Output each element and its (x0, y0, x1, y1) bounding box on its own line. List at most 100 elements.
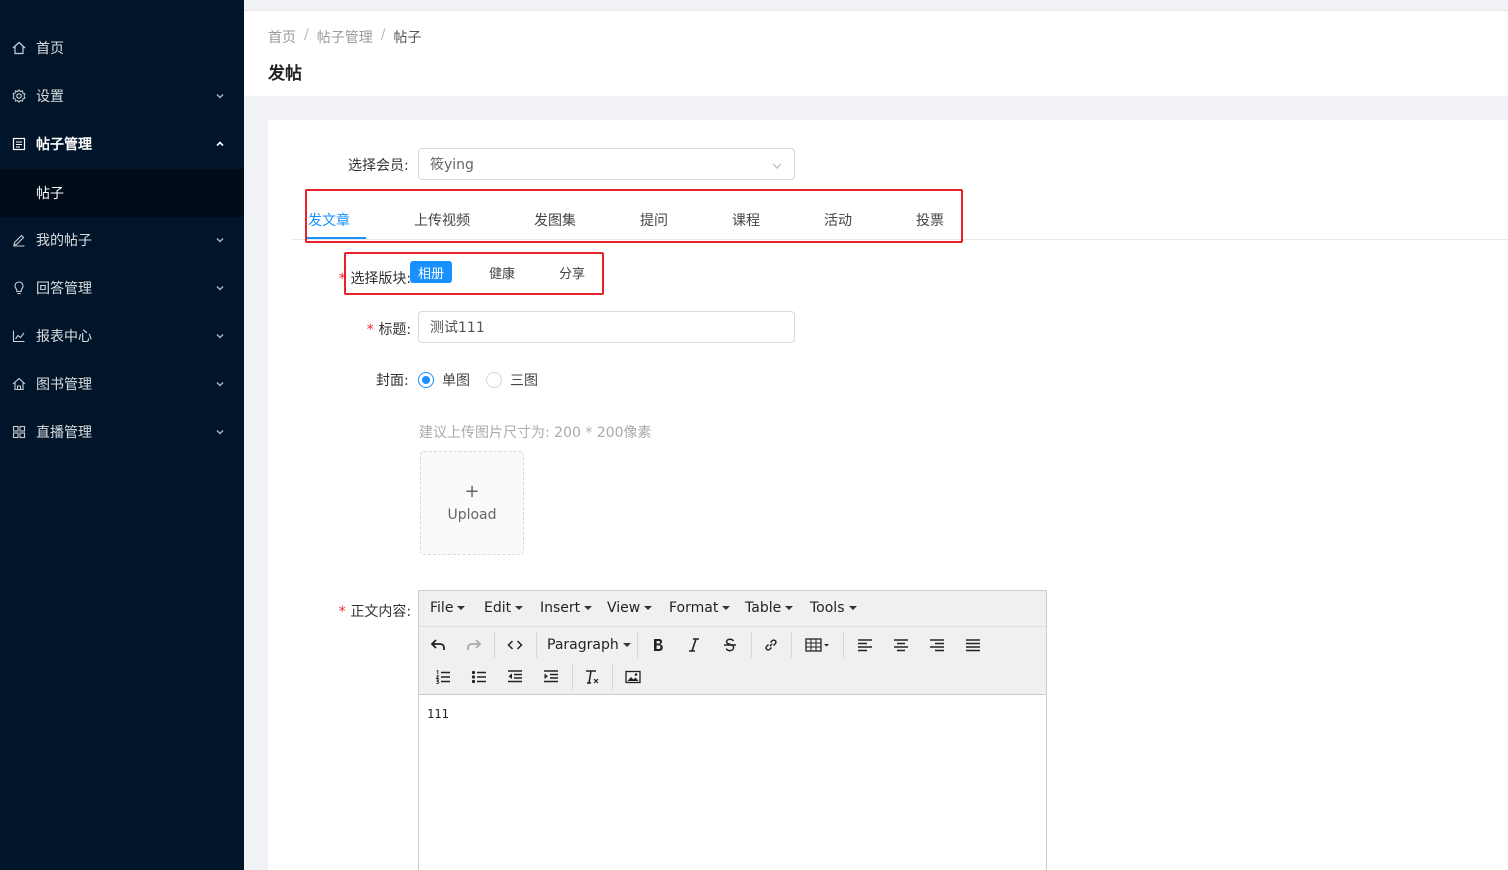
italic-icon[interactable] (680, 631, 708, 659)
sidebar-subitem-posts[interactable]: 帖子 (0, 169, 244, 217)
page-header: 首页 / 帖子管理 / 帖子 发帖 (244, 10, 1508, 96)
undo-icon[interactable] (424, 631, 452, 659)
chevron-down-icon (214, 426, 226, 438)
cover-radio-single[interactable] (418, 372, 434, 388)
sidebar-item-label: 直播管理 (36, 425, 92, 441)
align-right-icon[interactable] (923, 631, 951, 659)
align-center-icon[interactable] (887, 631, 915, 659)
editor-content[interactable]: 111 (427, 707, 449, 721)
rich-text-editor: File Edit Insert View Format Table Tools… (418, 590, 1047, 870)
sidebar-item-live[interactable]: 直播管理 (0, 408, 244, 456)
toolbar-separator (572, 664, 573, 690)
bullet-list-icon[interactable] (465, 663, 493, 691)
book-home-icon (11, 376, 27, 392)
sidebar-item-answers[interactable]: 回答管理 (0, 264, 244, 312)
clear-formatting-icon[interactable] (578, 663, 606, 691)
chevron-down-icon (214, 234, 226, 246)
sidebar-item-label: 首页 (36, 41, 64, 57)
highlight-box-tabs (305, 189, 963, 243)
align-left-icon[interactable] (851, 631, 879, 659)
editor-menu-edit[interactable]: Edit (484, 600, 524, 616)
required-mark: * (366, 322, 375, 338)
source-code-icon[interactable] (501, 631, 529, 659)
cover-option-triple-label[interactable]: 三图 (510, 370, 538, 390)
toolbar-separator (536, 632, 537, 658)
member-select[interactable]: 筱ying (418, 148, 795, 180)
home-icon (11, 40, 27, 56)
cover-label: 封面: (376, 373, 409, 389)
toolbar-separator (494, 632, 495, 658)
member-select-value: 筱ying (430, 157, 474, 173)
sidebar-item-label: 我的帖子 (36, 233, 92, 249)
sidebar-item-label: 回答管理 (36, 281, 92, 297)
member-label: 选择会员: (348, 158, 409, 174)
link-icon[interactable] (757, 631, 785, 659)
breadcrumb: 首页 / 帖子管理 / 帖子 (268, 27, 421, 47)
bold-icon[interactable] (644, 631, 672, 659)
table-icon[interactable] (801, 631, 835, 659)
editor-menu-format[interactable]: Format (669, 600, 731, 616)
editor-menu-view[interactable]: View (607, 600, 653, 616)
chevron-down-icon (214, 282, 226, 294)
block-format-select[interactable]: Paragraph (547, 637, 631, 653)
editor-menu-insert[interactable]: Insert (540, 600, 593, 616)
breadcrumb-current: 帖子 (393, 30, 422, 46)
strikethrough-icon[interactable] (716, 631, 744, 659)
chevron-down-icon (214, 90, 226, 102)
editor-menubar: File Edit Insert View Format Table Tools (419, 591, 1046, 627)
bulb-icon (11, 280, 27, 296)
title-label: * 标题: (366, 322, 412, 338)
editor-menu-table[interactable]: Table (745, 600, 794, 616)
editor-menu-file[interactable]: File (430, 600, 466, 616)
outdent-icon[interactable] (501, 663, 529, 691)
image-icon[interactable] (619, 663, 647, 691)
sidebar-item-label: 帖子管理 (36, 137, 92, 153)
align-justify-icon[interactable] (959, 631, 987, 659)
upload-label: Upload (447, 507, 497, 523)
chevron-up-icon (214, 138, 226, 150)
sidebar-item-label: 图书管理 (36, 377, 92, 393)
breadcrumb-separator: / (304, 27, 309, 43)
toolbar-separator (637, 632, 638, 658)
toolbar-separator (843, 632, 844, 658)
breadcrumb-home[interactable]: 首页 (268, 27, 296, 47)
sidebar-item-reports[interactable]: 报表中心 (0, 312, 244, 360)
sidebar-item-post-management[interactable]: 帖子管理 (0, 120, 244, 168)
sidebar-item-label: 设置 (36, 89, 64, 105)
chevron-down-icon (214, 378, 226, 390)
form-card: 选择会员: 筱ying 发文章 上传视频 发图集 提问 课程 活动 投票 * 选择… (268, 120, 1508, 870)
sidebar-item-my-posts[interactable]: 我的帖子 (0, 216, 244, 264)
sidebar-item-home[interactable]: 首页 (0, 24, 244, 72)
cover-radio-triple[interactable] (486, 372, 502, 388)
grid-icon (11, 424, 27, 440)
highlight-box-sections (344, 252, 604, 295)
chevron-down-icon (772, 159, 782, 169)
plus-icon: + (464, 481, 480, 502)
sidebar-item-label: 报表中心 (36, 329, 92, 345)
gear-icon (11, 88, 27, 104)
post-icon (11, 136, 27, 152)
toolbar-separator (612, 664, 613, 690)
chevron-down-icon (214, 330, 226, 342)
toolbar-separator (751, 632, 752, 658)
title-input[interactable]: 测试111 (418, 311, 795, 343)
cover-option-single-label[interactable]: 单图 (442, 370, 470, 390)
editor-menu-tools[interactable]: Tools (810, 600, 857, 616)
edit-icon (11, 232, 27, 248)
toolbar-separator (791, 632, 792, 658)
required-mark: * (338, 604, 347, 620)
page-title: 发帖 (268, 64, 302, 84)
sidebar-item-books[interactable]: 图书管理 (0, 360, 244, 408)
breadcrumb-separator: / (380, 27, 386, 43)
breadcrumb-post-management[interactable]: 帖子管理 (317, 27, 373, 47)
redo-icon[interactable] (460, 631, 488, 659)
sidebar-item-settings[interactable]: 设置 (0, 72, 244, 120)
line-chart-icon (11, 328, 27, 344)
upload-hint: 建议上传图片尺寸为: 200 * 200像素 (419, 425, 652, 441)
body-label: * 正文内容: (338, 604, 412, 620)
editor-toolbar: Paragraph (419, 627, 1046, 695)
upload-button[interactable]: + Upload (420, 451, 524, 555)
numbered-list-icon[interactable] (429, 663, 457, 691)
indent-icon[interactable] (537, 663, 565, 691)
sidebar: 首页 设置 帖子管理 帖子 我的帖子 回答管理 报表中心 图书管理 直播管理 (0, 0, 244, 870)
